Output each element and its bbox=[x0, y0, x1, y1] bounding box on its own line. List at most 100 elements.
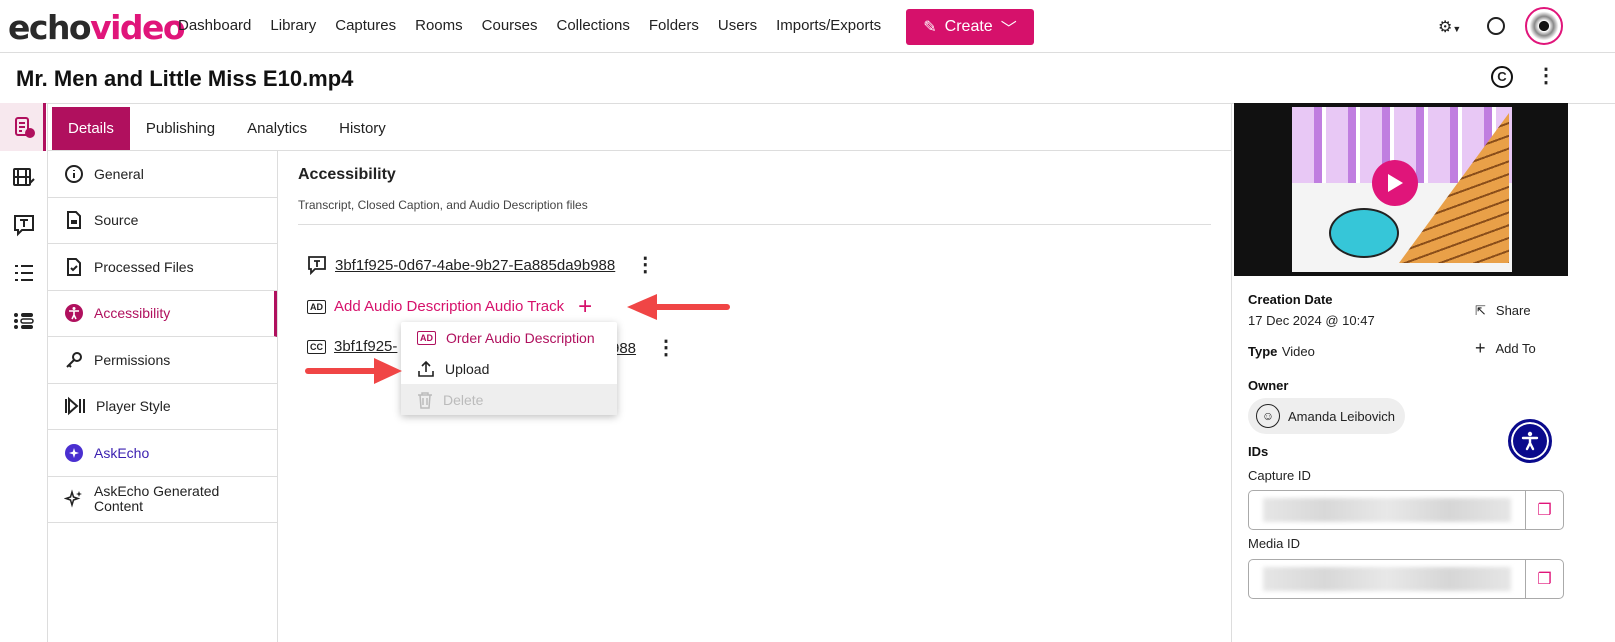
accessibility-section: Accessibility Transcript, Closed Caption… bbox=[298, 166, 1211, 225]
menu-general[interactable]: General bbox=[48, 151, 277, 198]
share-icon: ⇱ bbox=[1475, 303, 1486, 318]
play-button[interactable] bbox=[1372, 160, 1418, 206]
tab-publishing[interactable]: Publishing bbox=[130, 107, 231, 151]
info-icon bbox=[65, 164, 83, 183]
more-options-icon[interactable]: ⋮ bbox=[1536, 66, 1556, 86]
transcript-file-link[interactable]: 3bf1f925-0d67-4abe-9b27-Ea885da9b988 bbox=[335, 257, 615, 274]
askecho-icon bbox=[65, 443, 83, 462]
main-nav: Dashboard Library Captures Rooms Courses… bbox=[178, 17, 881, 34]
menu-askecho[interactable]: AskEcho bbox=[48, 430, 277, 477]
upload-icon bbox=[418, 360, 434, 377]
nav-users[interactable]: Users bbox=[718, 17, 757, 34]
audio-description-dropdown: AD Order Audio Description Upload Delete bbox=[401, 322, 617, 415]
owner-label: Owner bbox=[1248, 378, 1289, 393]
accessibility-widget-button[interactable] bbox=[1508, 419, 1552, 463]
owner-chip[interactable]: ☺ Amanda Leibovich bbox=[1248, 398, 1405, 434]
ad-icon: AD bbox=[417, 330, 436, 345]
section-title: Accessibility bbox=[298, 166, 396, 183]
share-button[interactable]: ⇱ Share bbox=[1475, 303, 1531, 319]
creation-date: Creation Date 17 Dec 2024 @ 10:47 bbox=[1248, 292, 1375, 328]
menu-player-style[interactable]: Player Style bbox=[48, 384, 277, 430]
user-icon[interactable] bbox=[1487, 17, 1505, 35]
person-icon: ☺ bbox=[1256, 404, 1280, 428]
tab-details[interactable]: Details bbox=[52, 107, 130, 151]
source-file-icon bbox=[67, 211, 81, 230]
nav-captures[interactable]: Captures bbox=[335, 17, 396, 34]
nav-library[interactable]: Library bbox=[270, 17, 316, 34]
media-id-field[interactable]: ❐ bbox=[1248, 559, 1564, 599]
tab-history[interactable]: History bbox=[323, 107, 402, 151]
ids-label: IDs bbox=[1248, 444, 1269, 459]
add-audio-description-row[interactable]: AD Add Audio Description Audio Track + bbox=[307, 294, 592, 318]
transcript-options-icon[interactable]: ⋮ bbox=[635, 255, 655, 275]
annotation-arrow-right bbox=[305, 358, 402, 384]
section-subtitle: Transcript, Closed Caption, and Audio De… bbox=[298, 198, 588, 212]
menu-upload[interactable]: Upload bbox=[401, 353, 617, 384]
nav-rooms[interactable]: Rooms bbox=[415, 17, 463, 34]
annotation-arrow-left bbox=[627, 294, 730, 320]
play-pause-icon bbox=[65, 397, 85, 416]
plus-icon[interactable]: + bbox=[578, 294, 592, 318]
page-title: Mr. Men and Little Miss E10.mp4 bbox=[16, 66, 354, 91]
nav-collections[interactable]: Collections bbox=[557, 17, 630, 34]
menu-processed-files[interactable]: Processed Files bbox=[48, 244, 277, 291]
create-button[interactable]: ✎ Create ﹀ bbox=[906, 9, 1034, 45]
list-settings-icon[interactable] bbox=[12, 309, 36, 333]
caret-down-icon: ▼ bbox=[1452, 24, 1462, 34]
add-to-button[interactable]: + Add To bbox=[1475, 338, 1536, 358]
tab-analytics[interactable]: Analytics bbox=[231, 107, 323, 151]
ad-icon: AD bbox=[307, 299, 326, 314]
capture-id-label: Capture ID bbox=[1248, 468, 1311, 483]
sparkles-icon bbox=[64, 489, 82, 508]
copy-icon: ❐ bbox=[1537, 502, 1552, 519]
play-icon bbox=[1388, 174, 1403, 192]
info-panel: Creation Date 17 Dec 2024 @ 10:47 ⇱ Share… bbox=[1231, 103, 1568, 642]
transcript-icon[interactable] bbox=[12, 213, 36, 237]
caption-row: CC 3bf1f925- bbox=[307, 338, 397, 355]
nav-courses[interactable]: Courses bbox=[482, 17, 538, 34]
caption-link-end: 988 ⋮ bbox=[611, 338, 676, 358]
copy-capture-id-button[interactable]: ❐ bbox=[1525, 491, 1563, 529]
video-thumbnail[interactable] bbox=[1234, 103, 1568, 276]
capture-id-value-redacted bbox=[1263, 498, 1511, 522]
copy-icon: ❐ bbox=[1537, 571, 1552, 588]
media-id-label: Media ID bbox=[1248, 536, 1301, 551]
menu-delete: Delete bbox=[401, 384, 617, 415]
icon-rail bbox=[0, 103, 48, 642]
trash-icon bbox=[418, 391, 432, 409]
transcript-row: 3bf1f925-0d67-4abe-9b27-Ea885da9b988 ⋮ bbox=[307, 255, 655, 275]
menu-permissions[interactable]: Permissions bbox=[48, 337, 277, 384]
copyright-icon[interactable]: C bbox=[1491, 66, 1513, 88]
tab-bar: Details Publishing Analytics History bbox=[52, 107, 402, 151]
plus-icon: + bbox=[1475, 338, 1486, 358]
key-icon bbox=[66, 351, 82, 368]
accessibility-icon bbox=[65, 304, 83, 323]
avatar[interactable] bbox=[1525, 7, 1563, 45]
add-audio-description-label[interactable]: Add Audio Description Audio Track bbox=[334, 298, 564, 315]
menu-accessibility[interactable]: Accessibility bbox=[48, 290, 277, 337]
type-field: Type Video bbox=[1248, 344, 1315, 359]
settings-menu[interactable]: ⚙▼ bbox=[1438, 17, 1461, 37]
menu-source[interactable]: Source bbox=[48, 198, 277, 244]
chevron-down-icon: ﹀ bbox=[1000, 21, 1017, 38]
details-info-icon bbox=[15, 117, 35, 138]
menu-askecho-generated-content[interactable]: AskEcho Generated Content bbox=[48, 477, 277, 523]
capture-id-field[interactable]: ❐ bbox=[1248, 490, 1564, 530]
cc-icon: CC bbox=[307, 339, 326, 354]
menu-order-audio-description[interactable]: AD Order Audio Description bbox=[401, 322, 617, 353]
chapters-icon[interactable] bbox=[12, 261, 36, 285]
nav-imports-exports[interactable]: Imports/Exports bbox=[776, 17, 881, 34]
file-check-icon bbox=[67, 257, 81, 276]
accessibility-person-icon bbox=[1521, 431, 1539, 451]
logo[interactable]: echovideo bbox=[8, 8, 186, 47]
caption-options-icon[interactable]: ⋮ bbox=[656, 338, 676, 358]
transcript-icon bbox=[308, 256, 326, 275]
nav-dashboard[interactable]: Dashboard bbox=[178, 17, 251, 34]
details-menu: General Source Processed Files Accessibi… bbox=[48, 151, 278, 642]
magic-wand-icon: ✎ bbox=[923, 19, 937, 36]
nav-folders[interactable]: Folders bbox=[649, 17, 699, 34]
gear-icon: ⚙ bbox=[1438, 19, 1453, 36]
video-edit-icon[interactable] bbox=[12, 165, 36, 189]
copy-media-id-button[interactable]: ❐ bbox=[1525, 560, 1563, 598]
caption-file-link[interactable]: 3bf1f925- bbox=[334, 338, 397, 355]
